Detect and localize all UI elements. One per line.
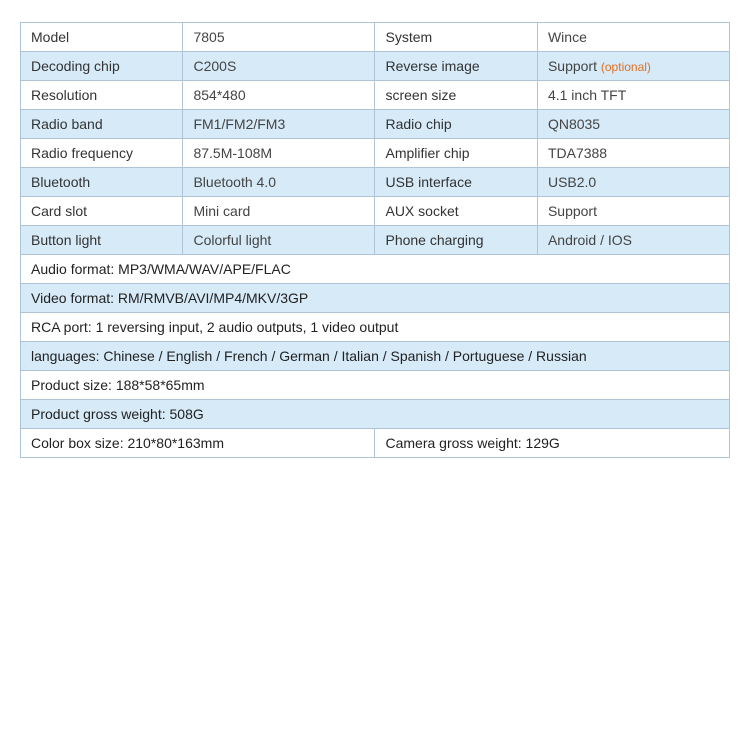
row-label-2-1: Resolution xyxy=(21,81,183,110)
row-label-7-2: Phone charging xyxy=(375,226,537,255)
row-label-3-2: Radio chip xyxy=(375,110,537,139)
row-value-4-2: TDA7388 xyxy=(537,139,729,168)
row-label-4-2: Amplifier chip xyxy=(375,139,537,168)
row-label-5-2: USB interface xyxy=(375,168,537,197)
row-label-3-1: Radio band xyxy=(21,110,183,139)
row-label-6-1: Card slot xyxy=(21,197,183,226)
row-label-6-2: AUX socket xyxy=(375,197,537,226)
row-label-0-1: Model xyxy=(21,23,183,52)
info-row-4: Product size: 188*58*65mm xyxy=(21,371,730,400)
last-row-col2: Camera gross weight: 129G xyxy=(375,429,730,458)
info-row-5: Product gross weight: 508G xyxy=(21,400,730,429)
row-label-0-2: System xyxy=(375,23,537,52)
row-value-2-1: 854*480 xyxy=(183,81,375,110)
row-value-7-1: Colorful light xyxy=(183,226,375,255)
info-row-0: Audio format: MP3/WMA/WAV/APE/FLAC xyxy=(21,255,730,284)
row-label-4-1: Radio frequency xyxy=(21,139,183,168)
info-row-3: languages: Chinese / English / French / … xyxy=(21,342,730,371)
row-value-5-2: USB2.0 xyxy=(537,168,729,197)
parameters-table: Model 7805 System Wince Decoding chip C2… xyxy=(20,22,730,458)
row-label-5-1: Bluetooth xyxy=(21,168,183,197)
row-value-3-1: FM1/FM2/FM3 xyxy=(183,110,375,139)
page-wrapper: Model 7805 System Wince Decoding chip C2… xyxy=(0,0,750,750)
row-value-6-2: Support xyxy=(537,197,729,226)
optional-badge: (optional) xyxy=(601,60,651,74)
row-value-6-1: Mini card xyxy=(183,197,375,226)
row-value-0-1: 7805 xyxy=(183,23,375,52)
row-value-5-1: Bluetooth 4.0 xyxy=(183,168,375,197)
row-value-3-2: QN8035 xyxy=(537,110,729,139)
info-row-1: Video format: RM/RMVB/AVI/MP4/MKV/3GP xyxy=(21,284,730,313)
row-value-2-2: 4.1 inch TFT xyxy=(537,81,729,110)
row-label-2-2: screen size xyxy=(375,81,537,110)
info-row-2: RCA port: 1 reversing input, 2 audio out… xyxy=(21,313,730,342)
row-label-1-2: Reverse image xyxy=(375,52,537,81)
last-row-col1: Color box size: 210*80*163mm xyxy=(21,429,375,458)
row-value-7-2: Android / IOS xyxy=(537,226,729,255)
row-value-1-2: Support (optional) xyxy=(537,52,729,81)
row-value-1-1: C200S xyxy=(183,52,375,81)
row-label-7-1: Button light xyxy=(21,226,183,255)
row-value-0-2: Wince xyxy=(537,23,729,52)
row-label-1-1: Decoding chip xyxy=(21,52,183,81)
row-value-4-1: 87.5M-108M xyxy=(183,139,375,168)
